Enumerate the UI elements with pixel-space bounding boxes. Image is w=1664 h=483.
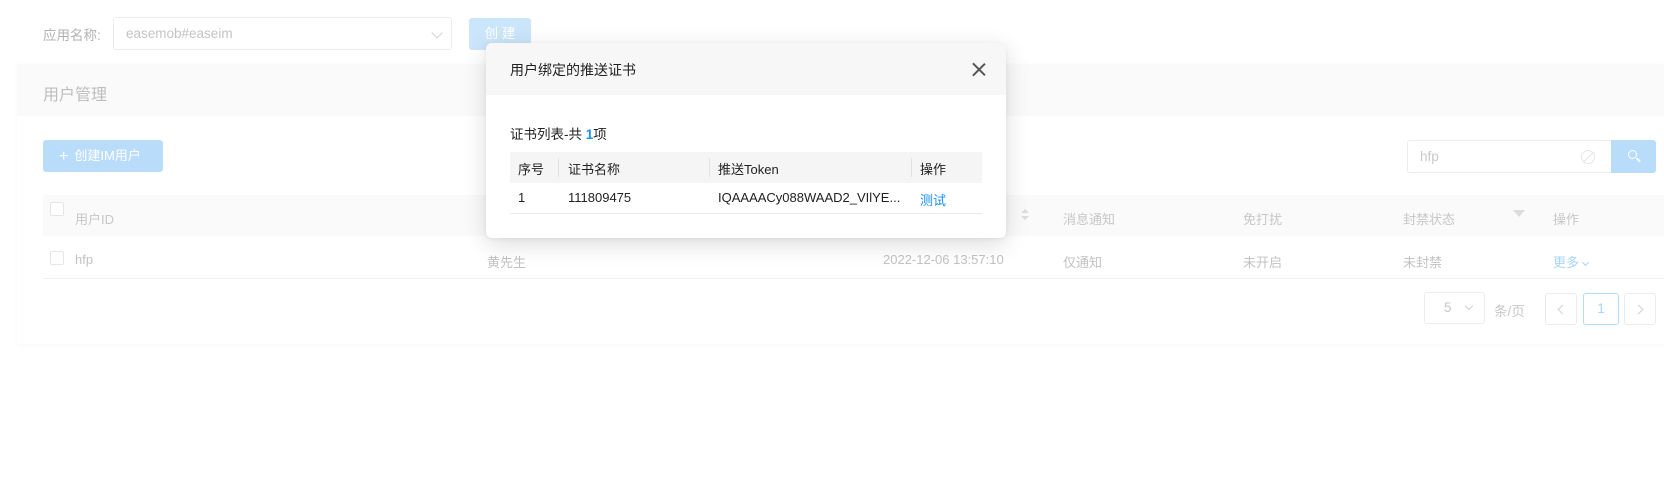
page-size-value: 5	[1444, 300, 1452, 315]
chevron-down-icon	[1581, 258, 1590, 267]
modal-title: 用户绑定的推送证书	[510, 62, 636, 78]
select-all-checkbox[interactable]	[50, 202, 64, 216]
create-im-user-label: 创建IM用户	[74, 148, 141, 163]
search-icon	[1628, 150, 1637, 159]
row-checkbox[interactable]	[50, 251, 64, 265]
clear-icon[interactable]	[1581, 150, 1595, 164]
column-ban-status: 封禁状态	[1403, 212, 1456, 227]
app-select-value: easemob#easeim	[126, 26, 233, 41]
app-name-label: 应用名称:	[43, 28, 101, 43]
column-dnd: 免打扰	[1243, 212, 1283, 227]
cert-column-name: 证书名称	[568, 162, 621, 177]
more-actions-link[interactable]: 更多	[1553, 252, 1590, 271]
cert-column-index: 序号	[518, 162, 545, 177]
row-divider	[43, 278, 1664, 279]
plus-icon: +	[59, 148, 69, 165]
search-button[interactable]	[1611, 140, 1656, 173]
cert-cell-index: 1	[518, 190, 526, 205]
test-push-link[interactable]: 测试	[920, 190, 946, 209]
cell-ban-status: 未封禁	[1403, 255, 1443, 270]
app-select[interactable]: easemob#easeim	[113, 17, 452, 50]
summary-suffix: 项	[593, 127, 607, 142]
column-user-id: 用户ID	[75, 212, 115, 227]
column-divider	[709, 158, 710, 177]
cert-cell-token: IQAAAACy088WAAD2_VIlYE...	[718, 190, 901, 205]
sort-icon[interactable]	[1021, 209, 1029, 221]
column-action: 操作	[1553, 212, 1580, 227]
page-size-select[interactable]: 5	[1424, 292, 1485, 324]
current-page-button[interactable]: 1	[1583, 293, 1619, 325]
chevron-down-icon	[431, 27, 443, 39]
search-input[interactable]: hfp	[1407, 140, 1612, 173]
cert-column-action: 操作	[920, 162, 947, 177]
column-notify: 消息通知	[1063, 212, 1116, 227]
close-icon[interactable]	[971, 62, 987, 78]
card-title: 用户管理	[43, 87, 108, 104]
chevron-right-icon[interactable]	[1624, 293, 1656, 325]
create-im-user-button[interactable]: + 创建IM用户	[43, 140, 163, 172]
more-actions-label: 更多	[1553, 255, 1580, 270]
cell-created-time: 2022-12-06 13:57:10	[883, 252, 1004, 267]
cert-column-token: 推送Token	[718, 162, 779, 177]
cell-user-id: hfp	[75, 252, 94, 267]
cell-dnd: 未开启	[1243, 255, 1283, 270]
chevron-down-icon	[1464, 301, 1474, 311]
cert-row-divider	[510, 213, 982, 214]
filter-icon[interactable]	[1513, 210, 1525, 217]
column-divider	[558, 158, 559, 177]
cert-cell-name: 111809475	[568, 190, 632, 205]
push-cert-modal: 用户绑定的推送证书 证书列表-共 1项 序号 证书名称 推送Token 操作 1…	[486, 43, 1006, 238]
column-divider	[911, 158, 912, 177]
summary-prefix: 证书列表-共	[510, 127, 586, 142]
cell-nickname: 黄先生	[487, 255, 527, 270]
cell-notify: 仅通知	[1063, 255, 1103, 270]
per-page-label: 条/页	[1494, 304, 1525, 319]
chevron-left-icon[interactable]	[1545, 293, 1577, 325]
search-input-value: hfp	[1420, 149, 1439, 164]
cert-list-summary: 证书列表-共 1项	[510, 123, 607, 143]
